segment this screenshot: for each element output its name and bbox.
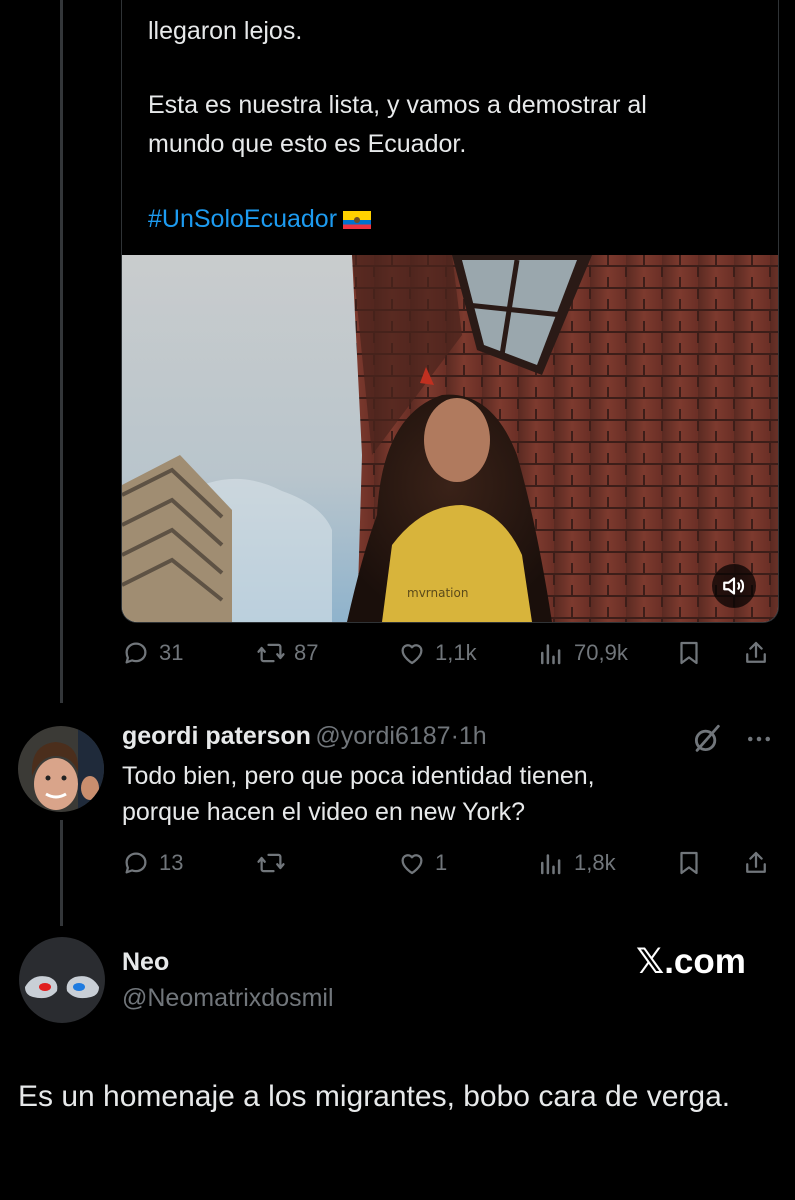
reply-text-line: porque hacen el video en new York? — [122, 798, 526, 826]
repost-icon — [257, 853, 285, 873]
separator: · — [450, 722, 459, 750]
reply-action-bar: 13 1 1,8k — [121, 848, 777, 888]
avatar-image — [19, 937, 105, 1023]
avatar[interactable] — [19, 937, 105, 1023]
like-button[interactable]: 1,1k — [397, 638, 477, 668]
repost-button[interactable] — [256, 848, 294, 878]
thread-line-bottom — [60, 820, 63, 926]
quoted-action-bar: 31 87 1,1k 70,9k — [121, 638, 777, 678]
grok-button[interactable] — [690, 722, 724, 761]
mute-toggle-button[interactable] — [712, 564, 756, 608]
tweet-text: Es un homenaje a los migrantes, bobo car… — [18, 1080, 731, 1113]
heart-icon — [401, 644, 423, 665]
share-icon — [746, 641, 766, 663]
reply-icon — [125, 642, 147, 664]
thread-line-top — [60, 0, 63, 703]
svg-text:mvrnation: mvrnation — [407, 586, 468, 600]
grok-icon — [694, 724, 720, 752]
quoted-text-line: Esta es nuestra lista, y vamos a demostr… — [148, 91, 647, 119]
handle[interactable]: @Neomatrixdosmil — [122, 984, 334, 1013]
reply-button[interactable]: 13 — [121, 848, 183, 878]
heart-icon — [401, 854, 423, 875]
reply-button[interactable]: 31 — [121, 638, 183, 668]
more-icon — [748, 736, 770, 742]
like-count: 1 — [435, 850, 448, 875]
speaker-icon — [723, 577, 745, 595]
ecuador-flag-icon — [343, 211, 372, 229]
bookmark-button[interactable] — [674, 848, 704, 878]
video-media[interactable]: mvrnation — [122, 255, 778, 622]
avatar[interactable] — [18, 726, 104, 812]
repost-button[interactable]: 87 — [256, 638, 318, 668]
like-count: 1,1k — [435, 640, 477, 665]
quoted-text-line: mundo que esto es Ecuador. — [148, 130, 467, 158]
views-icon — [541, 854, 561, 875]
video-frame-image: mvrnation — [122, 255, 778, 622]
reply-body: Todo bien, pero que poca identidad tiene… — [122, 758, 595, 830]
more-button[interactable] — [744, 724, 774, 759]
bookmark-icon — [680, 851, 698, 875]
bookmark-button[interactable] — [674, 638, 704, 668]
views-button[interactable]: 70,9k — [536, 638, 628, 668]
x-brand-logo: 𝕏.com — [636, 942, 746, 981]
timestamp[interactable]: 1h — [459, 722, 487, 750]
quoted-tweet-card[interactable]: llegaron lejos. Esta es nuestra lista, y… — [121, 0, 779, 623]
views-count: 70,9k — [574, 640, 628, 665]
display-name[interactable]: Neo — [122, 948, 169, 977]
reply-count: 13 — [159, 850, 184, 875]
repost-icon — [257, 643, 285, 663]
reply-icon — [125, 852, 147, 874]
like-button[interactable]: 1 — [397, 848, 447, 878]
share-button[interactable] — [741, 638, 771, 668]
views-count: 1,8k — [574, 850, 616, 875]
repost-count: 87 — [294, 640, 319, 665]
hashtag-row: #UnSoloEcuador — [148, 202, 372, 236]
hashtag-link[interactable]: #UnSoloEcuador — [148, 205, 337, 233]
share-icon — [746, 851, 766, 873]
reply-header: geordi paterson @yordi6187·1h — [122, 722, 487, 751]
views-button[interactable]: 1,8k — [536, 848, 616, 878]
quoted-text-line: llegaron lejos. — [148, 17, 303, 45]
handle[interactable]: @yordi6187 — [315, 722, 450, 750]
reply-count: 31 — [159, 640, 184, 665]
views-icon — [541, 644, 561, 665]
reply-text-line: Todo bien, pero que poca identidad tiene… — [122, 762, 595, 790]
avatar-image — [18, 726, 104, 812]
bookmark-icon — [680, 641, 698, 665]
display-name[interactable]: geordi paterson — [122, 722, 311, 750]
share-button[interactable] — [741, 848, 771, 878]
